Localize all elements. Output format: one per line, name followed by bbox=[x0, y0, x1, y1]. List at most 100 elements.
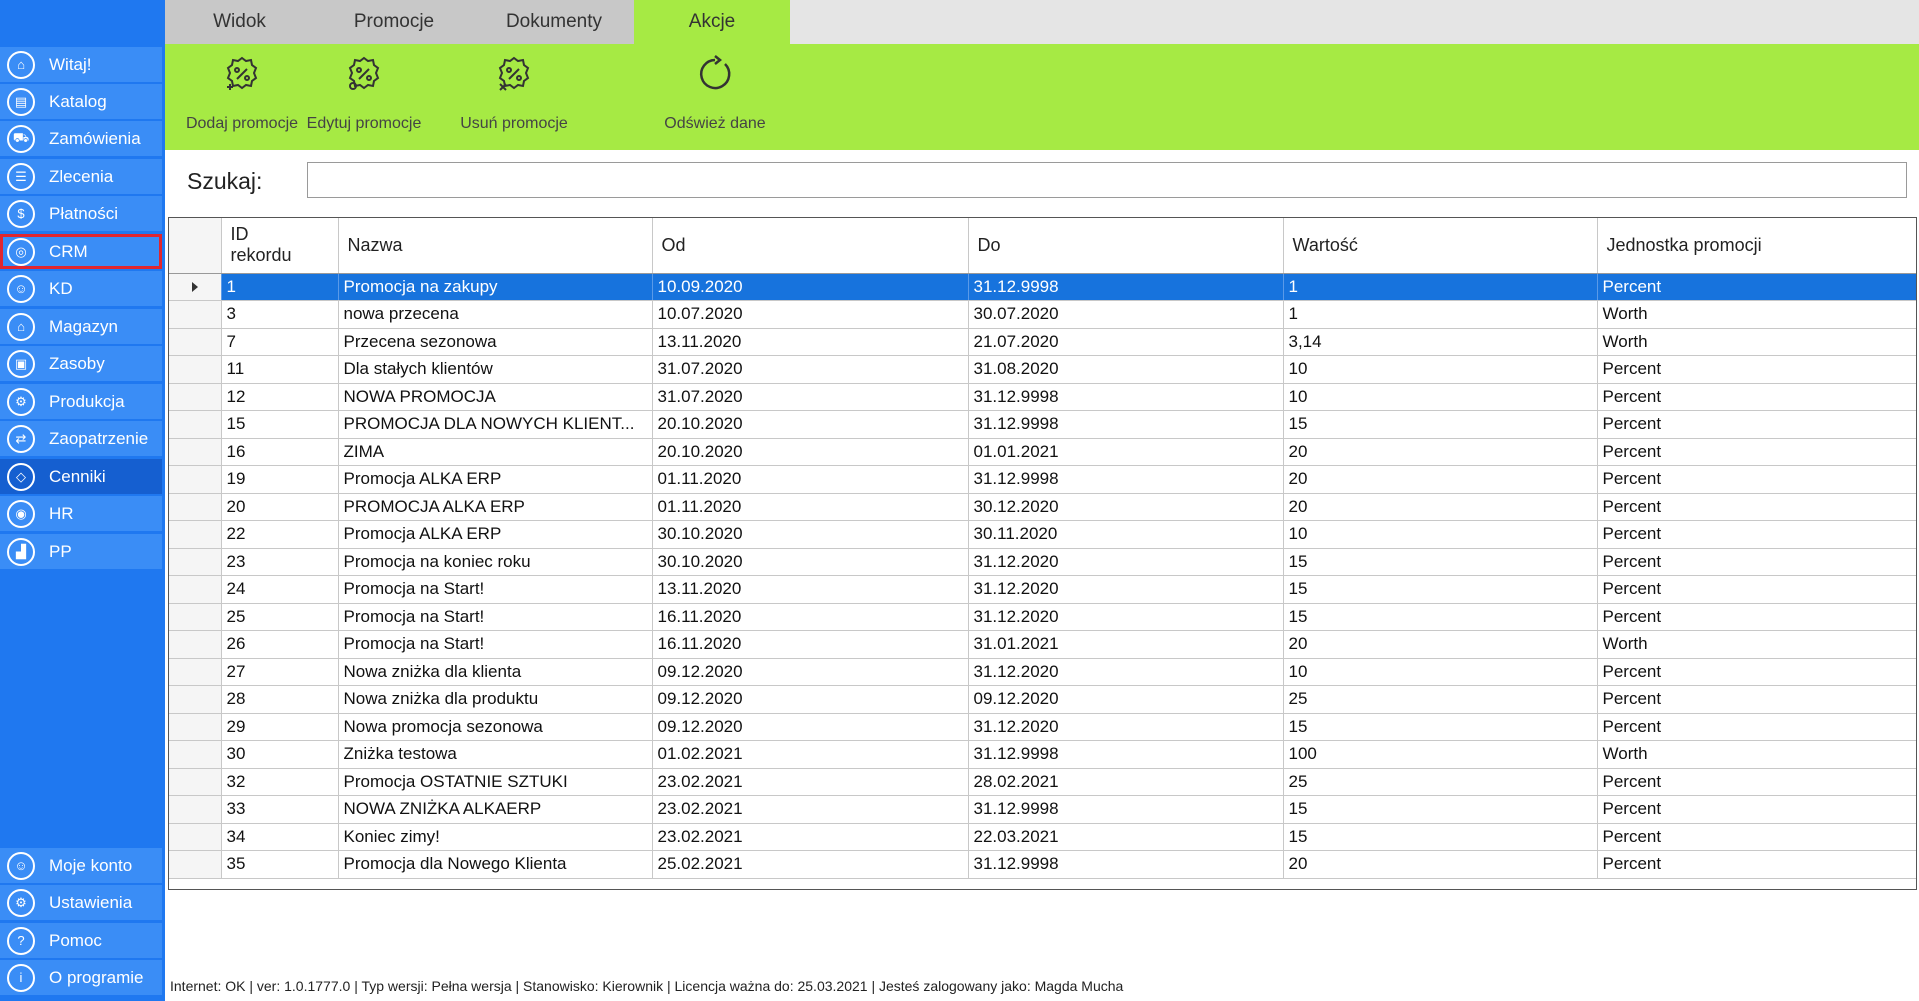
table-cell[interactable]: 10 bbox=[1283, 520, 1598, 549]
table-cell[interactable]: ZIMA bbox=[338, 438, 653, 466]
table-cell[interactable]: 19 bbox=[221, 465, 339, 494]
table-row[interactable]: 24 Promocja na Start! 13.11.2020 31.12.2020… bbox=[169, 575, 1916, 604]
table-cell[interactable]: 23.02.2021 bbox=[652, 823, 969, 851]
table-cell[interactable]: 25 bbox=[1283, 768, 1598, 796]
sidebar-item-zaopatrzenie[interactable]: ⇄ Zaopatrzenie bbox=[0, 421, 162, 456]
table-cell[interactable]: PROMOCJA ALKA ERP bbox=[338, 493, 653, 521]
table-row[interactable]: 33 NOWA ZNIŻKA ALKAERP 23.02.2021 31.12.999… bbox=[169, 795, 1916, 824]
sidebar-item-hr[interactable]: ◉ HR bbox=[0, 496, 162, 531]
table-cell[interactable]: Nowa promocja sezonowa bbox=[338, 713, 653, 741]
table-cell[interactable]: 31.07.2020 bbox=[652, 355, 969, 384]
row-header[interactable] bbox=[169, 713, 222, 741]
table-cell[interactable]: 31.08.2020 bbox=[968, 355, 1284, 384]
table-cell[interactable]: 01.01.2021 bbox=[968, 438, 1284, 466]
table-cell[interactable]: 31.12.9998 bbox=[968, 410, 1284, 439]
row-header[interactable] bbox=[169, 465, 222, 494]
table-cell[interactable]: 09.12.2020 bbox=[652, 713, 969, 741]
column-header[interactable]: Jednostka promocji bbox=[1597, 218, 1916, 274]
table-cell[interactable]: 20 bbox=[1283, 438, 1598, 466]
row-header[interactable] bbox=[169, 603, 222, 631]
table-cell[interactable]: Promocja na zakupy bbox=[338, 273, 653, 301]
table-cell[interactable]: Percent bbox=[1597, 438, 1916, 466]
table-cell[interactable]: 15 bbox=[221, 410, 339, 439]
table-cell[interactable]: Percent bbox=[1597, 823, 1916, 851]
tab-akcje[interactable]: Akcje bbox=[634, 0, 790, 44]
table-cell[interactable]: Percent bbox=[1597, 548, 1916, 576]
table-cell[interactable]: 35 bbox=[221, 850, 339, 879]
tab-widok[interactable]: Widok bbox=[165, 0, 314, 44]
table-cell[interactable]: 26 bbox=[221, 630, 339, 659]
table-cell[interactable]: 20.10.2020 bbox=[652, 410, 969, 439]
table-cell[interactable]: PROMOCJA DLA NOWYCH KLIENT... bbox=[338, 410, 653, 439]
sidebar-item-zlecenia[interactable]: ☰ Zlecenia bbox=[0, 159, 162, 194]
table-cell[interactable]: 30 bbox=[221, 740, 339, 769]
table-row[interactable]: 19 Promocja ALKA ERP 01.11.2020 31.12.9998 2… bbox=[169, 465, 1916, 494]
table-cell[interactable]: 20.10.2020 bbox=[652, 438, 969, 466]
table-cell[interactable]: 31.12.2020 bbox=[968, 575, 1284, 604]
table-row[interactable]: 20 PROMOCJA ALKA ERP 01.11.2020 30.12.2020 2… bbox=[169, 493, 1916, 521]
table-cell[interactable]: Promocja dla Nowego Klienta bbox=[338, 850, 653, 879]
table-cell[interactable]: NOWA ZNIŻKA ALKAERP bbox=[338, 795, 653, 824]
table-row[interactable]: 30 Zniżka testowa 01.02.2021 31.12.9998 100 W… bbox=[169, 740, 1916, 769]
table-cell[interactable]: 20 bbox=[1283, 630, 1598, 659]
row-header[interactable] bbox=[169, 795, 222, 824]
table-cell[interactable]: 16.11.2020 bbox=[652, 630, 969, 659]
table-row[interactable]: 15 PROMOCJA DLA NOWYCH KLIENT... 20.10.202… bbox=[169, 410, 1916, 439]
table-cell[interactable]: Promocja na Start! bbox=[338, 603, 653, 631]
table-cell[interactable]: 20 bbox=[1283, 850, 1598, 879]
table-cell[interactable]: 3 bbox=[221, 300, 339, 329]
sidebar-item-kd[interactable]: ☺ KD bbox=[0, 271, 162, 306]
sidebar-item-pomoc[interactable]: ? Pomoc bbox=[0, 923, 162, 958]
sidebar-item-crm[interactable]: ◎ CRM bbox=[0, 234, 162, 269]
table-cell[interactable]: 01.11.2020 bbox=[652, 465, 969, 494]
column-header[interactable]: Od bbox=[652, 218, 969, 274]
table-cell[interactable]: 25.02.2021 bbox=[652, 850, 969, 879]
table-cell[interactable]: 09.12.2020 bbox=[968, 685, 1284, 714]
table-cell[interactable]: 22.03.2021 bbox=[968, 823, 1284, 851]
table-cell[interactable]: 15 bbox=[1283, 713, 1598, 741]
table-cell[interactable]: 100 bbox=[1283, 740, 1598, 769]
table-row[interactable]: 28 Nowa zniżka dla produktu 09.12.2020 09.1… bbox=[169, 685, 1916, 714]
table-cell[interactable]: Promocja na Start! bbox=[338, 630, 653, 659]
table-cell[interactable]: 27 bbox=[221, 658, 339, 686]
table-row[interactable]: 29 Nowa promocja sezonowa 09.12.2020 31.12.… bbox=[169, 713, 1916, 741]
table-cell[interactable]: Percent bbox=[1597, 603, 1916, 631]
table-cell[interactable]: 31.12.2020 bbox=[968, 713, 1284, 741]
table-cell[interactable]: 15 bbox=[1283, 410, 1598, 439]
table-cell[interactable]: Percent bbox=[1597, 713, 1916, 741]
table-cell[interactable]: 28 bbox=[221, 685, 339, 714]
row-header[interactable] bbox=[169, 300, 222, 329]
table-cell[interactable]: 32 bbox=[221, 768, 339, 796]
table-cell[interactable]: Percent bbox=[1597, 795, 1916, 824]
table-row[interactable]: 16 ZIMA 20.10.2020 01.01.2021 20 Percent bbox=[169, 438, 1916, 466]
table-cell[interactable]: 31.12.2020 bbox=[968, 658, 1284, 686]
sidebar-item-ustawienia[interactable]: ⚙ Ustawienia bbox=[0, 885, 162, 920]
column-header[interactable]: ID rekordu bbox=[221, 218, 339, 274]
table-row[interactable]: 3 nowa przecena 10.07.2020 30.07.2020 1 Worth bbox=[169, 300, 1916, 329]
search-input[interactable] bbox=[307, 162, 1907, 198]
table-cell[interactable]: 23.02.2021 bbox=[652, 795, 969, 824]
table-cell[interactable]: 12 bbox=[221, 383, 339, 411]
table-cell[interactable]: 34 bbox=[221, 823, 339, 851]
table-cell[interactable]: NOWA PROMOCJA bbox=[338, 383, 653, 411]
table-row[interactable]: 27 Nowa zniżka dla klienta 09.12.2020 31.12… bbox=[169, 658, 1916, 686]
row-header[interactable] bbox=[169, 575, 222, 604]
row-header[interactable] bbox=[169, 658, 222, 686]
table-cell[interactable]: 31.12.9998 bbox=[968, 273, 1284, 301]
table-cell[interactable]: 28.02.2021 bbox=[968, 768, 1284, 796]
table-cell[interactable]: 16 bbox=[221, 438, 339, 466]
row-header[interactable] bbox=[169, 768, 222, 796]
table-cell[interactable]: Percent bbox=[1597, 273, 1916, 301]
table-cell[interactable]: 23 bbox=[221, 548, 339, 576]
table-row[interactable]: 35 Promocja dla Nowego Klienta 25.02.2021 3… bbox=[169, 850, 1916, 879]
table-cell[interactable]: Koniec zimy! bbox=[338, 823, 653, 851]
sidebar-item-cenniki[interactable]: ◇ Cenniki bbox=[0, 459, 162, 494]
table-cell[interactable]: 7 bbox=[221, 328, 339, 356]
sidebar-item-moje-konto[interactable]: ☺ Moje konto bbox=[0, 848, 162, 883]
table-row[interactable]: 12 NOWA PROMOCJA 31.07.2020 31.12.9998 10 Per… bbox=[169, 383, 1916, 411]
table-cell[interactable]: 10.09.2020 bbox=[652, 273, 969, 301]
row-header[interactable] bbox=[169, 850, 222, 879]
table-cell[interactable]: 16.11.2020 bbox=[652, 603, 969, 631]
table-cell[interactable]: Zniżka testowa bbox=[338, 740, 653, 769]
row-header[interactable] bbox=[169, 630, 222, 659]
